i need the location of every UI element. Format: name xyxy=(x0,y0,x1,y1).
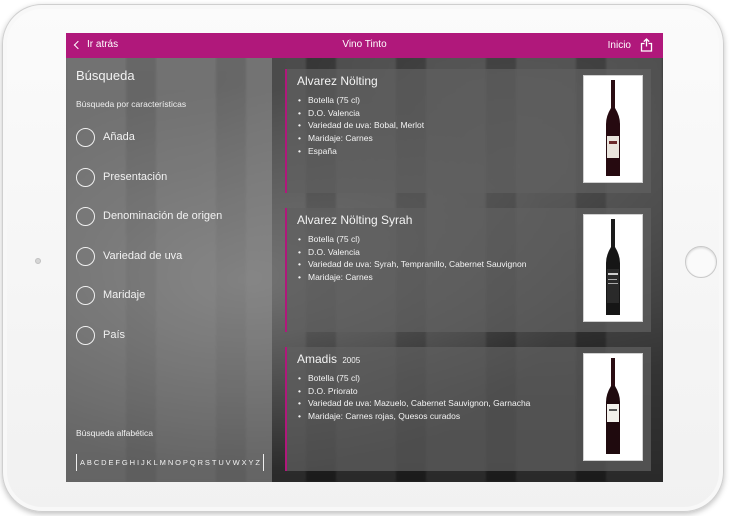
alphabet-letter[interactable]: P xyxy=(183,458,188,467)
radio-circle-icon xyxy=(76,246,95,266)
filter-label: Denominación de origen xyxy=(103,210,223,222)
wine-year: 2005 xyxy=(342,356,361,365)
alphabet-letter[interactable]: E xyxy=(109,458,114,467)
detail-item: Botella (75 cl) xyxy=(297,94,557,107)
filter-label: Presentación xyxy=(103,171,168,183)
filter-pairing[interactable]: Maridaje xyxy=(76,284,145,306)
wine-card[interactable]: Amadis 2005 Botella (75 cl) D.O. Priorat… xyxy=(285,347,651,471)
alphabet-letter[interactable]: R xyxy=(198,458,203,467)
filter-country[interactable]: País xyxy=(76,324,125,346)
alphabet-letter[interactable]: U xyxy=(218,458,223,467)
radio-circle-icon xyxy=(76,167,95,187)
detail-item: Variedad de uva: Bobal, Merlot xyxy=(297,119,557,132)
alphabet-letter[interactable]: X xyxy=(242,458,247,467)
alphabet-letter[interactable]: N xyxy=(168,458,173,467)
radio-circle-icon xyxy=(76,127,95,147)
alphabet-letter[interactable]: J xyxy=(141,458,145,467)
detail-item: D.O. Priorato xyxy=(297,385,557,398)
share-icon[interactable] xyxy=(640,38,653,52)
detail-item: Variedad de uva: Mazuelo, Cabernet Sauvi… xyxy=(297,397,557,410)
alphabet-letter[interactable]: O xyxy=(175,458,181,467)
wine-bottle-icon xyxy=(606,80,620,176)
wine-details: Botella (75 cl) D.O. Valencia Variedad d… xyxy=(297,233,557,284)
wine-card[interactable]: Alvarez Nölting Syrah Botella (75 cl) D.… xyxy=(285,208,651,332)
alphabet-letter[interactable]: W xyxy=(233,458,240,467)
radio-circle-icon xyxy=(76,325,95,345)
alphabet-letter[interactable]: A xyxy=(80,458,85,467)
filter-presentation[interactable]: Presentación xyxy=(76,166,167,188)
home-button[interactable] xyxy=(685,246,717,278)
detail-item: D.O. Valencia xyxy=(297,107,557,120)
alphabet-letter[interactable]: H xyxy=(130,458,135,467)
detail-item: Variedad de uva: Syrah, Tempranillo, Cab… xyxy=(297,258,557,271)
nav-right-actions: Inicio xyxy=(608,38,653,52)
filter-label: País xyxy=(103,329,126,341)
home-link[interactable]: Inicio xyxy=(608,40,631,51)
sidebar-subtitle: Búsqueda por características xyxy=(76,99,187,109)
alphabet-letter[interactable]: Z xyxy=(255,458,260,467)
wine-name: Alvarez Nölting xyxy=(297,74,380,88)
detail-item: Botella (75 cl) xyxy=(297,233,557,246)
wine-name-text: Alvarez Nölting xyxy=(297,74,378,88)
sidebar-title: Búsqueda xyxy=(76,68,135,83)
alphabet-letter[interactable]: T xyxy=(212,458,217,467)
filter-label: Añada xyxy=(103,131,135,143)
filter-label: Maridaje xyxy=(103,289,146,301)
wine-bottle-icon xyxy=(606,219,620,315)
alphabet-letter[interactable]: Y xyxy=(248,458,253,467)
alphabet-letter[interactable]: S xyxy=(205,458,210,467)
wine-name-text: Amadis xyxy=(297,352,338,366)
search-sidebar: Búsqueda Búsqueda por características Añ… xyxy=(66,58,272,482)
alphabet-index: ABCDEFGHIJKLMNOPQRSTUVWXYZ xyxy=(76,454,264,471)
filter-grape[interactable]: Variedad de uva xyxy=(76,245,182,267)
alphabet-letter[interactable]: K xyxy=(147,458,152,467)
alphabet-letter[interactable]: Q xyxy=(190,458,196,467)
alphabet-letter[interactable]: V xyxy=(226,458,231,467)
alphabet-letter[interactable]: G xyxy=(122,458,128,467)
alphabet-letter[interactable]: C xyxy=(94,458,99,467)
wine-image xyxy=(583,214,643,322)
detail-item: España xyxy=(297,145,557,158)
wine-name: Amadis 2005 xyxy=(297,352,360,366)
wine-name: Alvarez Nölting Syrah xyxy=(297,213,414,227)
wine-name-text: Alvarez Nölting Syrah xyxy=(297,213,413,227)
wine-details: Botella (75 cl) D.O. Valencia Variedad d… xyxy=(297,94,557,158)
navigation-bar: Ir atrás Vino Tinto Inicio xyxy=(66,33,663,58)
alphabetical-search-title: Búsqueda alfabética xyxy=(76,428,154,438)
alphabet-letter[interactable]: F xyxy=(115,458,120,467)
page-title: Vino Tinto xyxy=(342,39,387,50)
radio-circle-icon xyxy=(76,206,95,226)
alphabet-letter[interactable]: D xyxy=(101,458,106,467)
filter-label: Variedad de uva xyxy=(103,250,183,262)
alphabet-letter[interactable]: B xyxy=(87,458,92,467)
alphabet-letter[interactable]: M xyxy=(160,458,166,467)
wine-image xyxy=(583,353,643,461)
detail-item: D.O. Valencia xyxy=(297,246,557,259)
radio-circle-icon xyxy=(76,285,95,305)
camera xyxy=(35,258,41,264)
wine-bottle-icon xyxy=(606,358,620,454)
filter-origin[interactable]: Denominación de origen xyxy=(76,205,222,227)
detail-item: Maridaje: Carnes rojas, Quesos curados xyxy=(297,410,557,423)
detail-item: Botella (75 cl) xyxy=(297,372,557,385)
detail-item: Maridaje: Carnes xyxy=(297,271,557,284)
alphabet-letter[interactable]: I xyxy=(137,458,139,467)
alphabet-letter[interactable]: L xyxy=(154,458,158,467)
filter-vintage[interactable]: Añada xyxy=(76,126,135,148)
wine-image xyxy=(583,75,643,183)
detail-item: Maridaje: Carnes xyxy=(297,132,557,145)
wine-details: Botella (75 cl) D.O. Priorato Variedad d… xyxy=(297,372,557,423)
app-screen: Ir atrás Vino Tinto Inicio Búsqueda Búsq… xyxy=(66,33,663,482)
wine-card[interactable]: Alvarez Nölting Botella (75 cl) D.O. Val… xyxy=(285,69,651,193)
